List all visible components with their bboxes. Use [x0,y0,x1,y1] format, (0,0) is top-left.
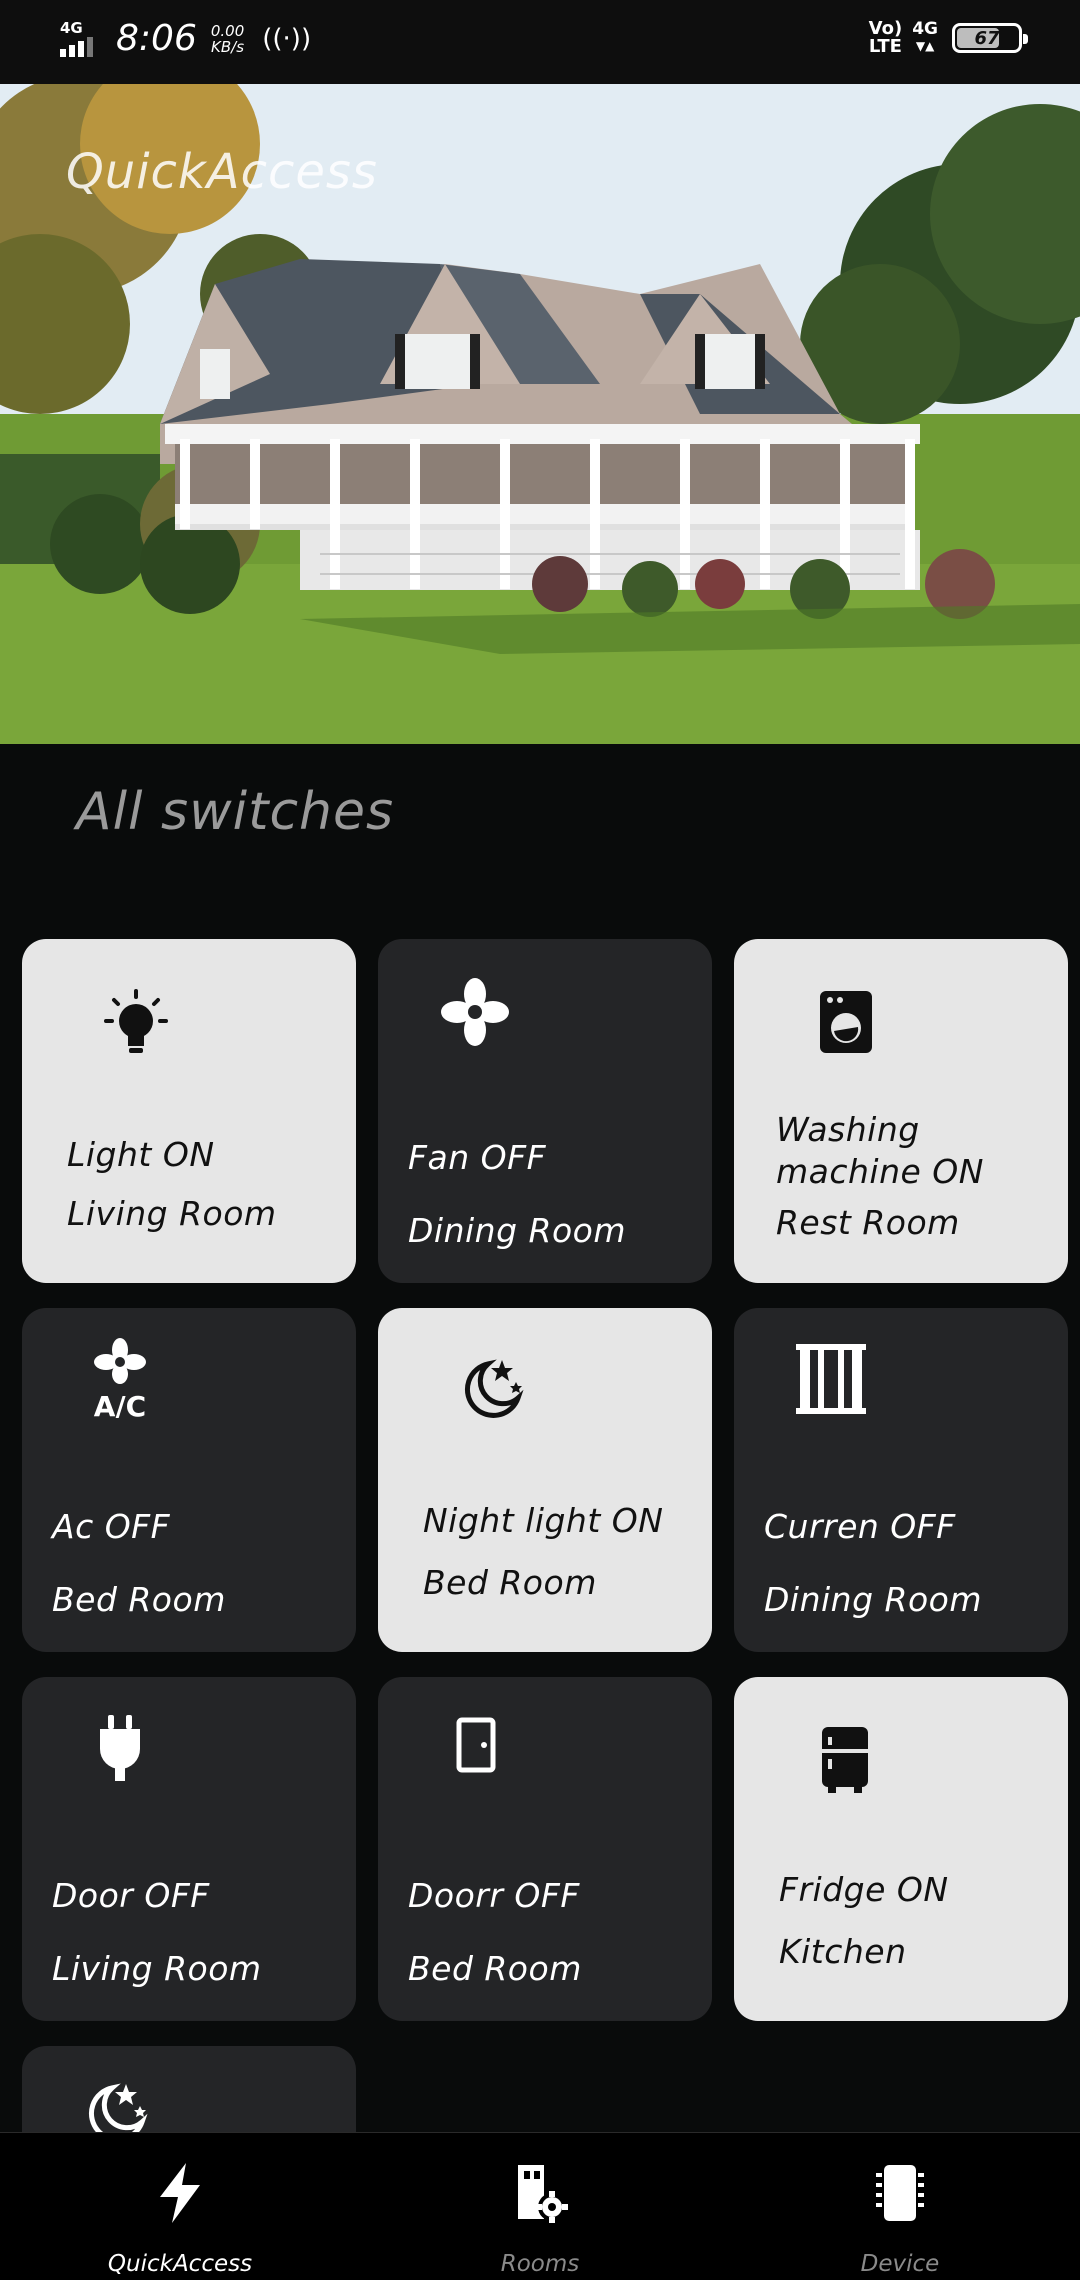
rooms-settings-icon [518,2165,568,2223]
switch-room: Rest Room [776,1203,960,1242]
night-moon-icon [89,2083,148,2132]
switch-name: Curren OFF [764,1507,956,1546]
switch-card-fan[interactable]: Fan OFF Dining Room [378,939,712,1283]
cellular-signal-icon: 4G [58,19,98,59]
switch-card-fridge[interactable]: Fridge ON Kitchen [734,1677,1068,2021]
network-type: 4G ▼▲ [912,19,938,54]
hotspot-icon: ((·)) [262,23,312,54]
app-title: QuickAccess [66,144,378,200]
switch-card-curtain[interactable]: Curren OFF Dining Room [734,1308,1068,1652]
nav-label: Device [860,2251,940,2277]
switch-name: Door OFF [52,1876,210,1915]
switch-card-ac[interactable]: A/C Ac OFF Bed Room [22,1308,356,1652]
night-moon-icon [465,1359,524,1418]
nav-rooms[interactable]: Rooms [360,2133,720,2280]
washing-machine-icon [820,991,872,1053]
clock: 8:06 [116,18,197,59]
switch-name: Fan OFF [408,1138,547,1177]
switch-room: Dining Room [408,1211,626,1250]
fridge-icon [822,1727,868,1793]
switch-name: Ac OFF [52,1507,171,1546]
lightbulb-icon [104,989,168,1053]
switch-room: Living Room [67,1194,277,1233]
switch-room: Bed Room [52,1580,226,1619]
switch-name: Light ON [67,1135,215,1174]
nav-label: Rooms [500,2251,580,2277]
switch-name: Night light ON [423,1501,664,1540]
switch-card-washing-machine[interactable]: Washing machine ON Rest Room [734,939,1068,1283]
switch-card-door[interactable]: Door OFF Living Room [22,1677,356,2021]
nav-label: QuickAccess [107,2251,253,2277]
bottom-navigation: QuickAccess Rooms Device [0,2132,1080,2280]
curtain-icon [796,1344,866,1414]
switch-room: Bed Room [408,1949,582,1988]
switch-card-night-light-2[interactable] [22,2046,356,2132]
switch-room: Bed Room [423,1563,597,1602]
section-title: All switches [76,782,395,842]
hero-house-image: QuickAccess [0,84,1080,744]
air-conditioner-icon: A/C [94,1338,146,1418]
fan-icon [441,978,509,1046]
nav-device[interactable]: Device [720,2133,1080,2280]
network-speed: 0.00 KB/s [210,21,245,56]
switch-room: Living Room [52,1949,262,1988]
battery-icon: 67 [952,23,1028,53]
switch-card-light[interactable]: Light ON Living Room [22,939,356,1283]
device-chip-icon [876,2165,924,2221]
volte-indicator: Vo) LTE [868,18,903,57]
switch-name: Washing machine ON [776,1110,984,1191]
switch-name: Doorr OFF [408,1876,580,1915]
switch-name: Fridge ON [779,1870,949,1909]
svg-text:A/C: A/C [94,1390,146,1418]
plug-icon [100,1715,140,1781]
switch-card-door-2[interactable]: Doorr OFF Bed Room [378,1677,712,2021]
door-icon [456,1717,496,1773]
battery-level: 67 [974,27,1000,49]
lightning-icon [160,2163,200,2223]
switch-room: Dining Room [764,1580,982,1619]
status-bar: 4G 8:06 0.00 KB/s ((·)) Vo) LTE 4G ▼▲ 67 [0,0,1080,84]
switch-card-night-light[interactable]: Night light ON Bed Room [378,1308,712,1652]
switch-room: Kitchen [779,1932,907,1971]
nav-quickaccess[interactable]: QuickAccess [0,2133,360,2280]
